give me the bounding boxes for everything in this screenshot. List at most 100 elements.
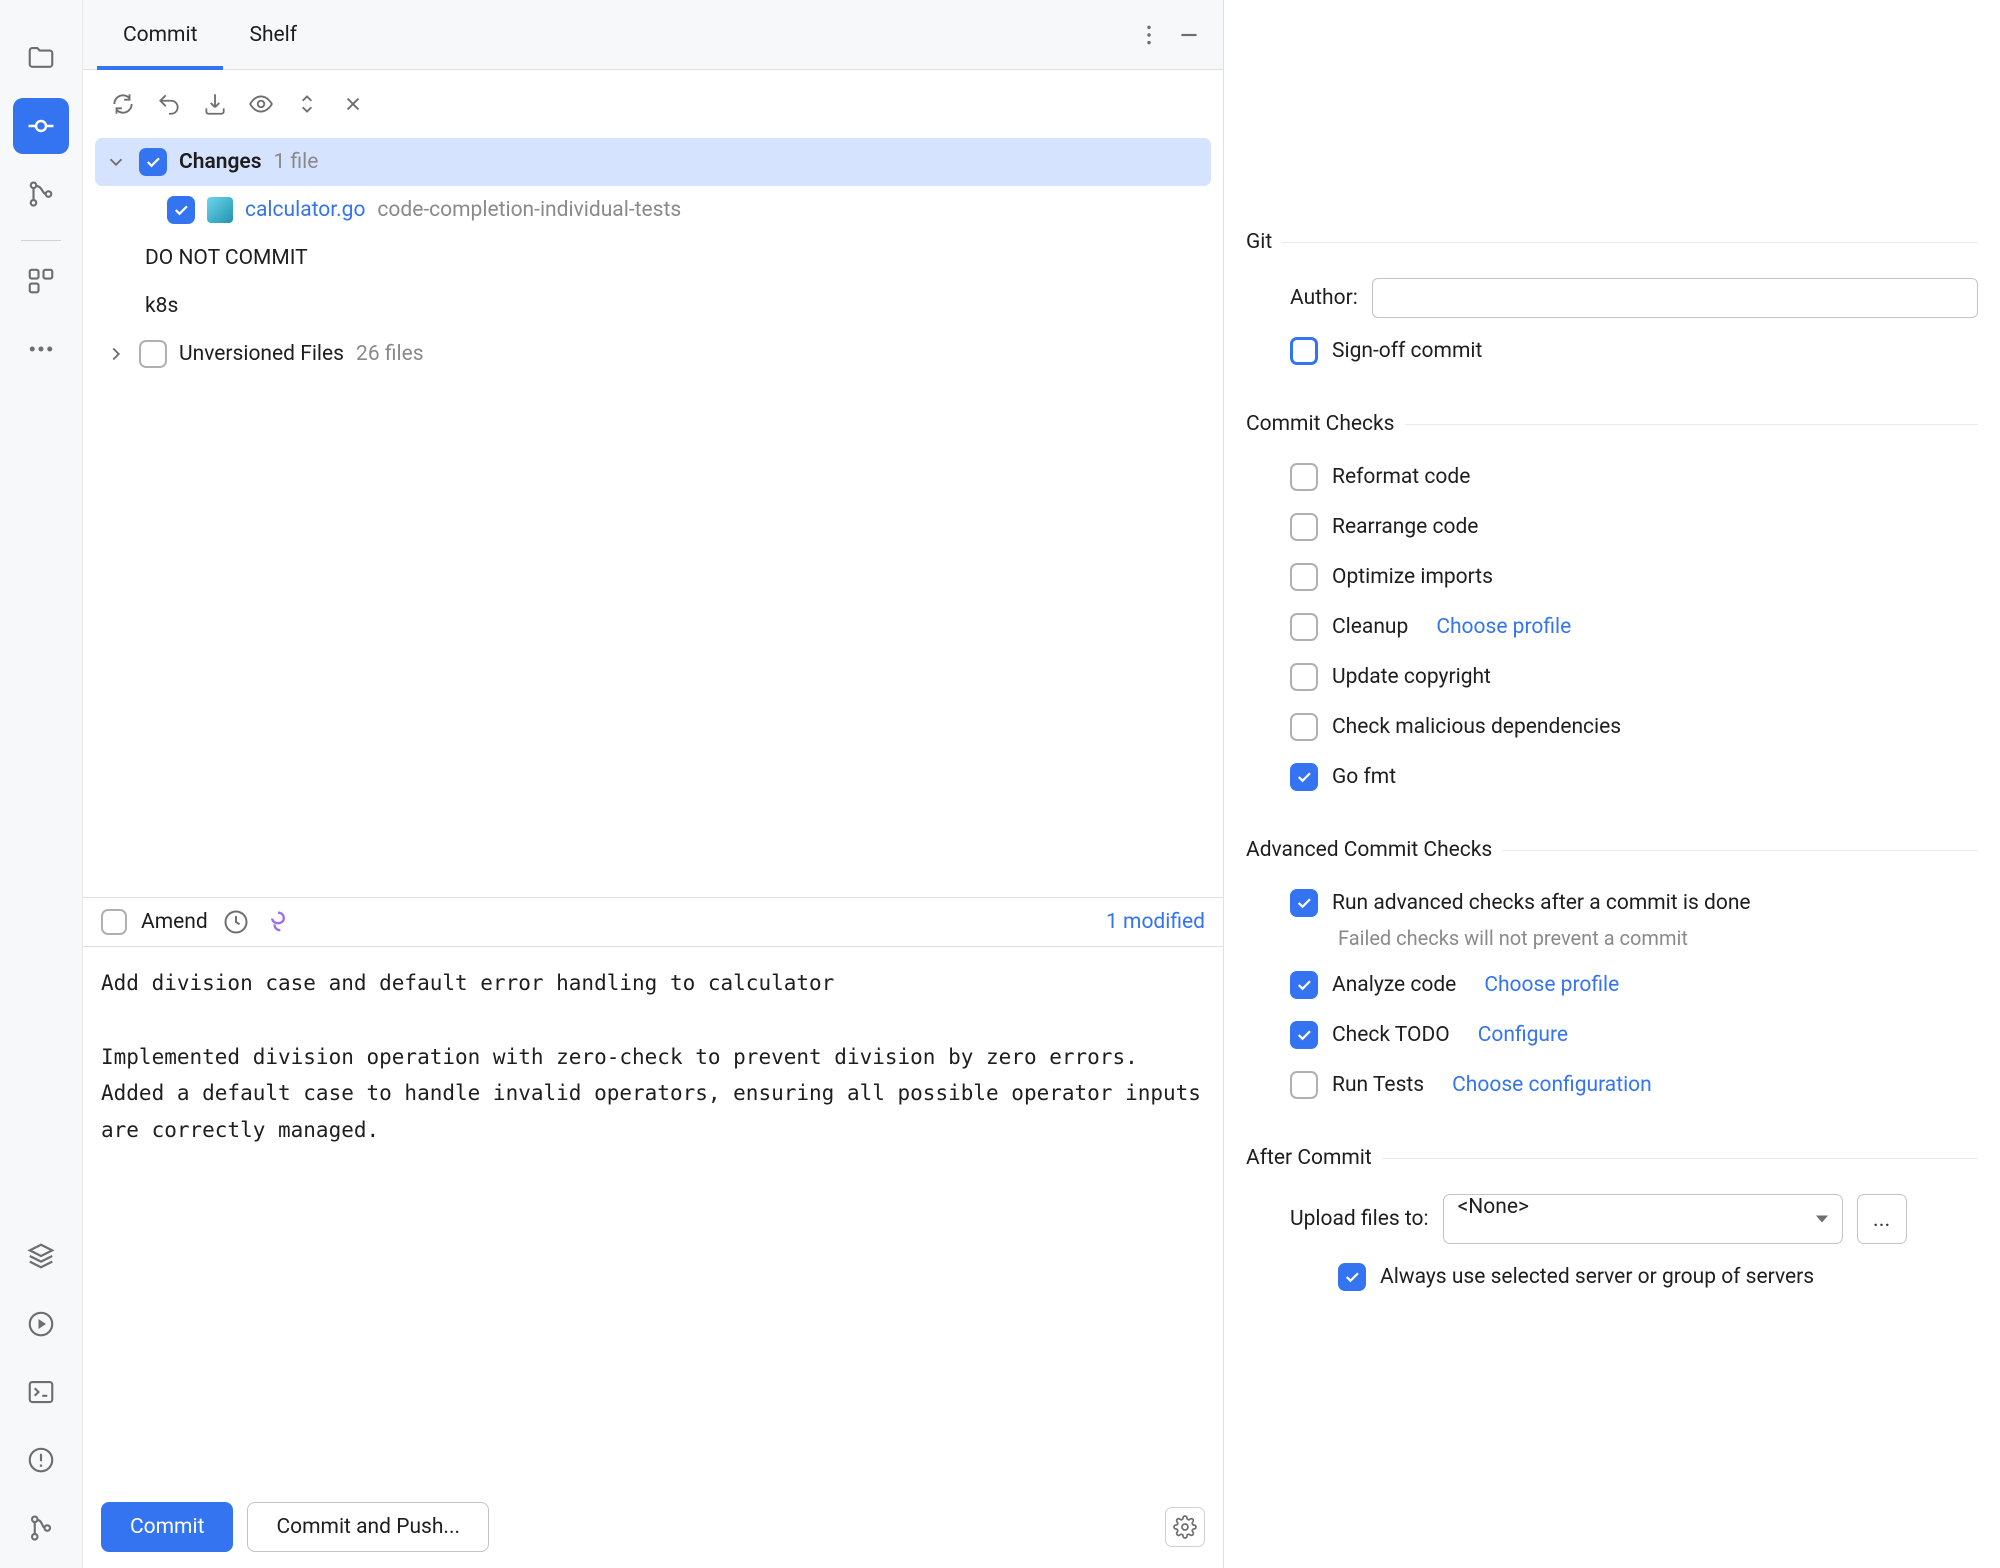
upload-browse-button[interactable]: ...: [1857, 1194, 1907, 1244]
commit-and-push-button[interactable]: Commit and Push...: [247, 1502, 489, 1552]
tab-commit[interactable]: Commit: [97, 0, 223, 69]
history-icon[interactable]: [222, 908, 250, 936]
tabs-bar: Commit Shelf: [83, 0, 1223, 70]
changes-count: 1 file: [274, 150, 319, 174]
ai-swirl-icon[interactable]: [264, 908, 292, 936]
todo-label: Check TODO: [1332, 1023, 1450, 1047]
commit-tool-window: Commit Shelf Changes 1 file: [82, 0, 1224, 1568]
tests-label: Run Tests: [1332, 1073, 1424, 1097]
run-advanced-checkbox[interactable]: [1290, 889, 1318, 917]
advanced-checks-section: Advanced Commit Checks Run advanced chec…: [1246, 838, 1978, 1110]
commit-button[interactable]: Commit: [101, 1502, 233, 1552]
file-checkbox[interactable]: [167, 196, 195, 224]
advanced-checks-title: Advanced Commit Checks: [1246, 838, 1978, 862]
changes-checkbox[interactable]: [139, 148, 167, 176]
commit-node-icon[interactable]: [13, 98, 69, 154]
todo-checkbox[interactable]: [1290, 1021, 1318, 1049]
malicious-label: Check malicious dependencies: [1332, 715, 1621, 739]
todo-row[interactable]: Check TODO Configure: [1246, 1010, 1978, 1060]
analyze-row[interactable]: Analyze code Choose profile: [1246, 960, 1978, 1010]
author-input[interactable]: [1372, 278, 1978, 318]
chevron-down-icon[interactable]: [105, 151, 127, 173]
upload-select-value: <None>: [1458, 1195, 1529, 1219]
tests-checkbox[interactable]: [1290, 1071, 1318, 1099]
always-server-label: Always use selected server or group of s…: [1380, 1265, 1814, 1289]
git-icon[interactable]: [13, 1500, 69, 1556]
cleanup-row[interactable]: Cleanup Choose profile: [1246, 602, 1978, 652]
branch-graph-icon[interactable]: [13, 166, 69, 222]
play-icon[interactable]: [13, 1296, 69, 1352]
minimize-icon[interactable]: [1169, 15, 1209, 55]
malicious-checkbox[interactable]: [1290, 713, 1318, 741]
amend-checkbox[interactable]: [101, 909, 127, 935]
changelist-do-not-commit[interactable]: DO NOT COMMIT: [95, 234, 1211, 282]
changes-label: Changes: [179, 150, 262, 174]
copyright-checkbox[interactable]: [1290, 663, 1318, 691]
commit-checks-title: Commit Checks: [1246, 412, 1978, 436]
run-advanced-label: Run advanced checks after a commit is do…: [1332, 891, 1751, 915]
changed-file-row[interactable]: calculator.go code-completion-individual…: [95, 186, 1211, 234]
gear-icon[interactable]: [1165, 1507, 1205, 1547]
analyze-label: Analyze code: [1332, 973, 1456, 997]
after-commit-section: After Commit Upload files to: <None> ...…: [1246, 1146, 1978, 1302]
gofmt-row[interactable]: Go fmt: [1246, 752, 1978, 802]
optimize-row[interactable]: Optimize imports: [1246, 552, 1978, 602]
run-advanced-row[interactable]: Run advanced checks after a commit is do…: [1246, 878, 1978, 928]
optimize-checkbox[interactable]: [1290, 563, 1318, 591]
options-kebab-icon[interactable]: [1129, 15, 1169, 55]
more-icon[interactable]: [13, 321, 69, 377]
copyright-row[interactable]: Update copyright: [1246, 652, 1978, 702]
reformat-label: Reformat code: [1332, 465, 1470, 489]
unversioned-checkbox[interactable]: [139, 340, 167, 368]
cleanup-checkbox[interactable]: [1290, 613, 1318, 641]
chevron-right-icon[interactable]: [105, 343, 127, 365]
changelist-k8s[interactable]: k8s: [95, 282, 1211, 330]
terminal-icon[interactable]: [13, 1364, 69, 1420]
always-server-checkbox[interactable]: [1338, 1263, 1366, 1291]
unversioned-count: 26 files: [356, 342, 424, 366]
analyze-checkbox[interactable]: [1290, 971, 1318, 999]
git-section: Git Author: Sign-off commit: [1246, 230, 1978, 376]
tab-shelf[interactable]: Shelf: [223, 0, 323, 69]
signoff-checkbox[interactable]: [1290, 337, 1318, 365]
tests-config-link[interactable]: Choose configuration: [1452, 1073, 1652, 1097]
preview-icon[interactable]: [243, 86, 279, 122]
changes-node[interactable]: Changes 1 file: [95, 138, 1211, 186]
rollback-icon[interactable]: [151, 86, 187, 122]
unshelve-icon[interactable]: [197, 86, 233, 122]
rail-divider: [21, 240, 61, 241]
problems-icon[interactable]: [13, 1432, 69, 1488]
always-server-row[interactable]: Always use selected server or group of s…: [1246, 1252, 1978, 1302]
refresh-icon[interactable]: [105, 86, 141, 122]
optimize-label: Optimize imports: [1332, 565, 1493, 589]
unversioned-files-node[interactable]: Unversioned Files 26 files: [95, 330, 1211, 378]
commit-checks-section: Commit Checks Reformat code Rearrange co…: [1246, 412, 1978, 802]
upload-select[interactable]: <None>: [1443, 1194, 1843, 1244]
malicious-row[interactable]: Check malicious dependencies: [1246, 702, 1978, 752]
run-advanced-hint: Failed checks will not prevent a commit: [1246, 926, 1978, 950]
rearrange-row[interactable]: Rearrange code: [1246, 502, 1978, 552]
commit-message-textarea[interactable]: Add division case and default error hand…: [83, 946, 1223, 1486]
expand-collapse-icon[interactable]: [289, 86, 325, 122]
rearrange-checkbox[interactable]: [1290, 513, 1318, 541]
analyze-profile-link[interactable]: Choose profile: [1484, 973, 1619, 997]
reformat-row[interactable]: Reformat code: [1246, 452, 1978, 502]
stacks-icon[interactable]: [13, 1228, 69, 1284]
cleanup-profile-link[interactable]: Choose profile: [1436, 615, 1571, 639]
signoff-row[interactable]: Sign-off commit: [1246, 326, 1978, 376]
after-commit-title: After Commit: [1246, 1146, 1978, 1170]
tests-row[interactable]: Run Tests Choose configuration: [1246, 1060, 1978, 1110]
gofmt-checkbox[interactable]: [1290, 763, 1318, 791]
amend-bar: Amend 1 modified: [83, 897, 1223, 946]
structure-icon[interactable]: [13, 253, 69, 309]
author-row: Author:: [1246, 270, 1978, 326]
commit-button-row: Commit Commit and Push...: [83, 1486, 1223, 1568]
group-by-icon[interactable]: [335, 86, 371, 122]
folder-icon[interactable]: [13, 30, 69, 86]
modified-count[interactable]: 1 modified: [1106, 910, 1205, 934]
reformat-checkbox[interactable]: [1290, 463, 1318, 491]
commit-options-panel: Git Author: Sign-off commit Commit Check…: [1224, 0, 2000, 1568]
changelist-label: k8s: [145, 294, 178, 318]
todo-configure-link[interactable]: Configure: [1478, 1023, 1568, 1047]
left-tool-rail: [0, 0, 82, 1568]
